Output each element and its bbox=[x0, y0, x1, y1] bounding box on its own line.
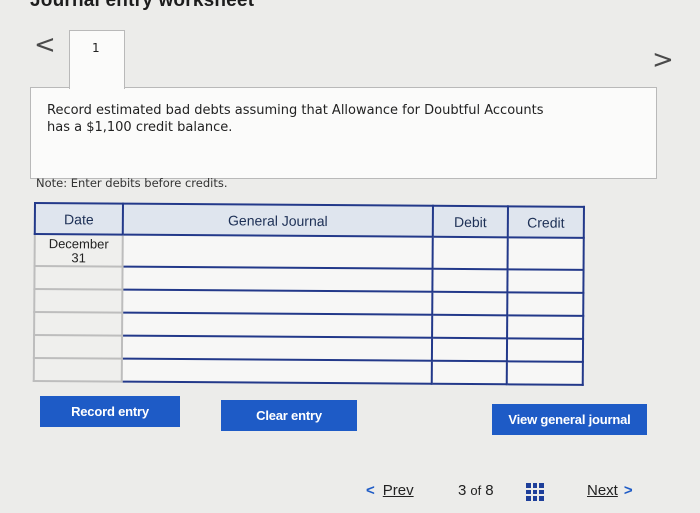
clear-entry-button[interactable]: Clear entry bbox=[221, 400, 357, 431]
debit-input[interactable] bbox=[432, 236, 508, 270]
grid-icon[interactable] bbox=[526, 483, 544, 501]
date-cell bbox=[34, 289, 123, 313]
date-cell: December 31 bbox=[34, 234, 123, 267]
prev-label: Prev bbox=[382, 482, 414, 499]
credit-input[interactable] bbox=[507, 315, 584, 339]
prompt-text: Record estimated bad debts assuming that… bbox=[47, 102, 607, 136]
debit-input[interactable] bbox=[432, 314, 508, 339]
view-general-journal-button[interactable]: View general journal bbox=[492, 404, 647, 435]
record-entry-button[interactable]: Record entry bbox=[40, 396, 180, 427]
chevron-left-icon[interactable]: < bbox=[34, 32, 56, 58]
prompt-line-2: has a $1,100 credit balance. bbox=[47, 120, 233, 135]
chevron-right-icon[interactable]: > bbox=[652, 47, 674, 73]
date-cell bbox=[33, 358, 122, 382]
table-row: December 31 bbox=[34, 234, 584, 270]
credit-input[interactable] bbox=[507, 237, 584, 270]
chevron-left-icon: < bbox=[366, 482, 375, 499]
total-pages: 8 bbox=[485, 482, 494, 499]
credit-input[interactable] bbox=[506, 361, 583, 385]
debit-input[interactable] bbox=[432, 268, 508, 293]
account-input[interactable] bbox=[122, 234, 433, 269]
date-cell bbox=[33, 335, 123, 359]
credit-input[interactable] bbox=[506, 338, 584, 362]
debit-input[interactable] bbox=[431, 360, 507, 385]
date-cell bbox=[34, 266, 123, 290]
current-page: 3 bbox=[458, 482, 467, 499]
account-input[interactable] bbox=[121, 358, 432, 384]
instruction-note: Note: Enter debits before credits. bbox=[36, 176, 228, 190]
debit-input[interactable] bbox=[432, 291, 508, 316]
prompt-panel: Record estimated bad debts assuming that… bbox=[30, 87, 657, 179]
header-general-journal: General Journal bbox=[122, 203, 433, 237]
date-cell bbox=[34, 312, 123, 336]
credit-input[interactable] bbox=[507, 292, 584, 316]
page-indicator: 3 of 8 bbox=[458, 482, 494, 499]
debit-input[interactable] bbox=[431, 337, 508, 362]
next-button[interactable]: Next > bbox=[587, 482, 633, 499]
prompt-line-1: Record estimated bad debts assuming that… bbox=[47, 103, 544, 118]
page-of-label: of bbox=[470, 483, 482, 498]
credit-input[interactable] bbox=[507, 269, 584, 293]
header-credit: Credit bbox=[507, 206, 584, 238]
account-input[interactable] bbox=[122, 289, 433, 315]
header-debit: Debit bbox=[432, 205, 508, 238]
worksheet-title: Journal entry worksheet bbox=[30, 0, 255, 11]
header-date: Date bbox=[34, 203, 123, 235]
tab-entry-1[interactable]: 1 bbox=[69, 30, 125, 89]
account-input[interactable] bbox=[122, 312, 433, 338]
journal-table: Date General Journal Debit Credit Decemb… bbox=[32, 202, 585, 386]
chevron-right-icon: > bbox=[623, 482, 633, 499]
table-row bbox=[33, 358, 583, 385]
prev-button[interactable]: < Prev bbox=[366, 482, 414, 499]
account-input[interactable] bbox=[122, 266, 433, 292]
account-input[interactable] bbox=[121, 335, 433, 361]
next-label: Next bbox=[587, 482, 618, 499]
tab-label: 1 bbox=[92, 41, 100, 55]
date-day: 31 bbox=[71, 250, 86, 266]
